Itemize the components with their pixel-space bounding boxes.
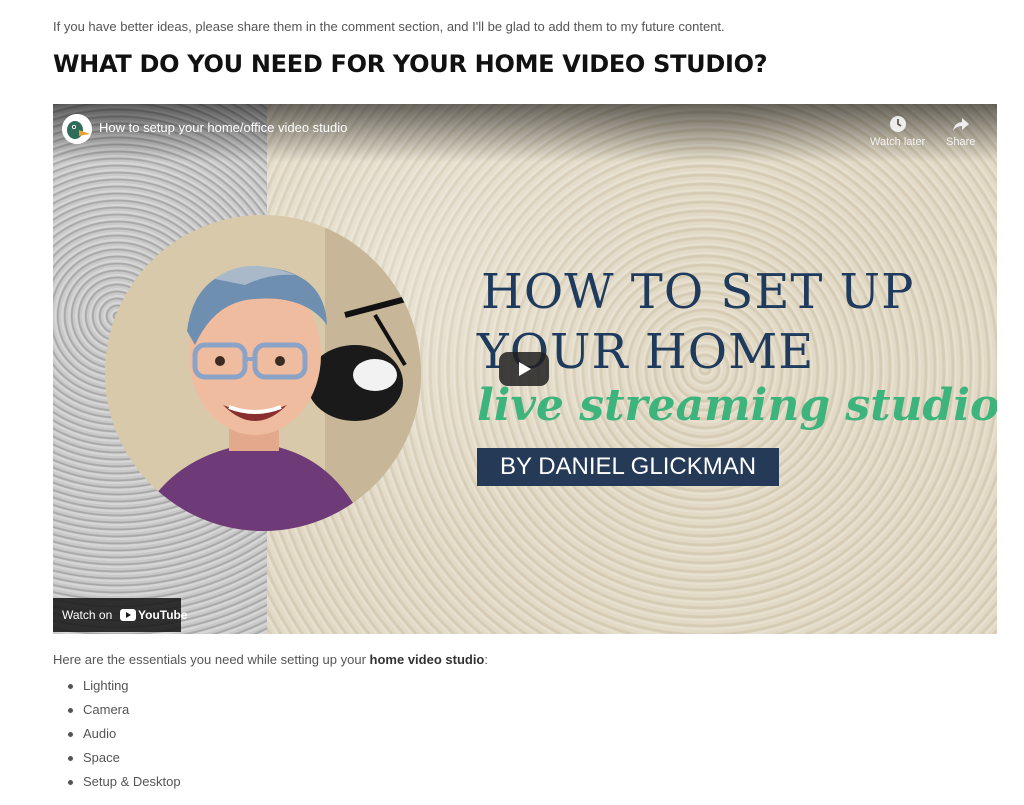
list-item: Space	[53, 749, 181, 773]
list-item: Camera	[53, 701, 181, 725]
thumbnail-script-text: live streaming studio	[477, 380, 997, 431]
share-button[interactable]: Share	[946, 114, 975, 148]
thumbnail-title-line1: HOW TO SET UP	[481, 264, 915, 320]
youtube-logo-text: YouTube	[138, 608, 188, 622]
essentials-paragraph: Here are the essentials you need while s…	[53, 652, 488, 667]
share-arrow-icon	[952, 118, 969, 131]
youtube-embed[interactable]: HOW TO SET UP YOUR HOME live streaming s…	[53, 104, 997, 634]
intro-paragraph: If you have better ideas, please share t…	[53, 19, 725, 34]
play-icon	[519, 362, 531, 376]
watch-on-youtube-button[interactable]: Watch on YouTube	[53, 598, 188, 632]
thumbnail-byline: BY DANIEL GLICKMAN	[477, 448, 779, 486]
play-button[interactable]	[499, 352, 549, 386]
essentials-prefix: Here are the essentials you need while s…	[53, 652, 370, 667]
list-item: Setup & Desktop	[53, 773, 181, 797]
clock-icon	[889, 116, 906, 132]
essentials-list: Lighting Camera Audio Space Setup & Desk…	[53, 677, 181, 797]
essentials-bold: home video studio	[369, 652, 485, 667]
channel-avatar-icon[interactable]	[62, 114, 92, 144]
list-item: Lighting	[53, 677, 181, 701]
presenter-portrait	[105, 215, 421, 531]
watch-later-button[interactable]: Watch later	[870, 114, 925, 148]
watch-on-label: Watch on	[62, 608, 113, 622]
video-title-link[interactable]: How to setup your home/office video stud…	[99, 120, 347, 135]
section-heading: WHAT DO YOU NEED FOR YOUR HOME VIDEO STU…	[53, 50, 768, 78]
watch-later-label: Watch later	[870, 136, 926, 148]
list-item: Audio	[53, 725, 181, 749]
share-label: Share	[946, 136, 976, 148]
youtube-logo-icon	[120, 609, 136, 621]
essentials-suffix: :	[484, 652, 488, 667]
